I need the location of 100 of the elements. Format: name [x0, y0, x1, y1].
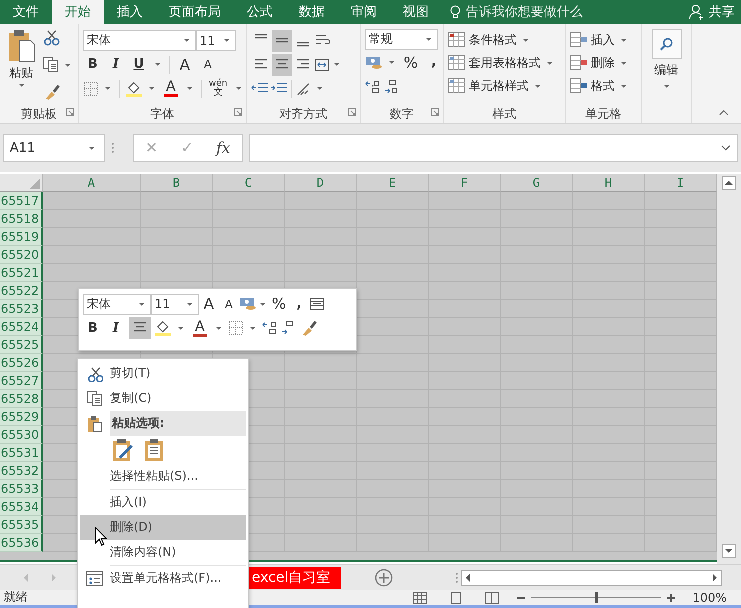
phonetic-button[interactable]: wén 文: [207, 78, 230, 100]
column-header[interactable]: I: [645, 174, 717, 192]
scissors-icon[interactable]: [43, 29, 61, 47]
row-header[interactable]: 65522: [0, 282, 43, 300]
style-icon[interactable]: [448, 55, 466, 71]
ribbon-tab[interactable]: 插入: [104, 0, 156, 24]
italic-button[interactable]: I: [106, 317, 126, 339]
row-header[interactable]: 65518: [0, 210, 43, 228]
paste-formatting-icon[interactable]: [112, 438, 134, 462]
row-header[interactable]: 65519: [0, 228, 43, 246]
horizontal-scrollbar[interactable]: [461, 570, 722, 586]
row-header[interactable]: 65535: [0, 516, 43, 534]
ribbon-tab[interactable]: 审阅: [338, 0, 390, 24]
caret-icon[interactable]: [426, 38, 432, 41]
percent-button[interactable]: %: [401, 52, 421, 74]
scroll-up-icon[interactable]: [722, 176, 736, 190]
tell-me-search[interactable]: 告诉我你想要做什么: [466, 3, 583, 21]
menu-item[interactable]: 删除(D): [80, 515, 246, 540]
borders-icon[interactable]: [83, 80, 99, 96]
add-sheet-icon[interactable]: [374, 568, 393, 586]
ribbon-tab[interactable]: 页面布局: [156, 0, 234, 24]
caret-icon[interactable]: [224, 39, 230, 42]
row-header[interactable]: 65528: [0, 390, 43, 408]
menu-item[interactable]: 复制(C): [80, 386, 246, 411]
caret-icon[interactable]: [334, 63, 340, 66]
styles-menu-button[interactable]: 套用表格格式: [448, 52, 556, 74]
cells-menu-button[interactable]: 删除: [570, 52, 630, 74]
cells-menu-button[interactable]: 格式: [570, 75, 630, 97]
zoom-slider-thumb[interactable]: [594, 592, 598, 603]
expand-icon[interactable]: [721, 145, 731, 151]
increase-decimal-icon[interactable]: [262, 320, 278, 336]
row-header[interactable]: 65521: [0, 264, 43, 282]
caret-icon[interactable]: [535, 84, 541, 88]
ribbon-tab[interactable]: 公式: [234, 0, 286, 24]
cells-menu-button[interactable]: 插入: [570, 29, 630, 51]
menu-item[interactable]: 选择性粘贴(S)...: [80, 464, 246, 489]
caret-icon[interactable]: [547, 62, 553, 64]
row-header[interactable]: 65530: [0, 426, 43, 444]
formula-input[interactable]: [249, 134, 738, 162]
cells-icon[interactable]: [570, 32, 588, 48]
paste-values-icon[interactable]: [144, 438, 164, 462]
caret-icon[interactable]: [65, 64, 71, 66]
caret-icon[interactable]: [216, 326, 222, 330]
page-layout-icon[interactable]: [448, 592, 463, 604]
copy-icon[interactable]: [87, 390, 103, 406]
caret-icon[interactable]: [187, 87, 193, 90]
clipboard-icon[interactable]: [87, 414, 103, 432]
caret-icon[interactable]: [621, 84, 627, 88]
row-header[interactable]: 65526: [0, 354, 43, 372]
lightbulb-icon[interactable]: [450, 4, 461, 20]
grow-font-button[interactable]: A: [175, 54, 195, 76]
zoom-level[interactable]: 100%: [692, 590, 727, 604]
name-box[interactable]: A11: [3, 134, 105, 162]
format-cells-icon[interactable]: [86, 570, 104, 586]
ribbon-tab[interactable]: 开始: [52, 0, 104, 24]
paste-button[interactable]: 粘贴: [4, 27, 39, 105]
column-header[interactable]: D: [285, 174, 357, 192]
row-header[interactable]: 65524: [0, 318, 43, 336]
row-header[interactable]: 65523: [0, 300, 43, 318]
search-icon[interactable]: [660, 37, 674, 51]
person-add-icon[interactable]: [689, 4, 705, 20]
column-header[interactable]: C: [213, 174, 285, 192]
scroll-down-icon[interactable]: [722, 544, 736, 558]
caret-icon[interactable]: [317, 87, 323, 90]
row-header[interactable]: 65525: [0, 336, 43, 354]
row-header[interactable]: 65534: [0, 498, 43, 516]
italic-button[interactable]: I: [106, 54, 126, 76]
bold-button[interactable]: B: [83, 317, 103, 339]
caret-icon[interactable]: [621, 62, 627, 64]
borders-icon[interactable]: [228, 320, 244, 336]
ribbon-tab[interactable]: 视图: [390, 0, 442, 24]
dialog-launcher-icon[interactable]: [348, 108, 356, 116]
caret-icon[interactable]: [260, 302, 266, 306]
bold-button[interactable]: B: [83, 54, 103, 76]
merge-cells-icon[interactable]: [309, 296, 326, 312]
caret-icon[interactable]: [187, 302, 193, 306]
styles-menu-button[interactable]: 条件格式: [448, 29, 556, 51]
caret-icon[interactable]: [178, 326, 184, 330]
cells-icon[interactable]: [570, 78, 588, 94]
insert-function-button[interactable]: fx: [216, 139, 231, 157]
merge-cells-icon[interactable]: [314, 56, 330, 72]
underline-button[interactable]: U: [129, 54, 149, 76]
page-break-icon[interactable]: [484, 592, 499, 604]
editing-button[interactable]: 编辑: [654, 62, 678, 88]
collapse-ribbon-icon[interactable]: [719, 110, 729, 116]
caret-icon[interactable]: [184, 39, 190, 42]
row-header[interactable]: 65531: [0, 444, 43, 462]
currency-icon[interactable]: [365, 54, 383, 70]
fill-color-icon[interactable]: [125, 80, 143, 98]
fill-color-icon[interactable]: [154, 319, 172, 337]
share-button[interactable]: 共享: [709, 3, 735, 21]
row-header[interactable]: 65533: [0, 480, 43, 498]
menu-item[interactable]: 插入(I): [80, 490, 246, 515]
normal-view-icon[interactable]: [412, 592, 427, 604]
caret-icon[interactable]: [105, 87, 111, 90]
caret-icon[interactable]: [89, 146, 95, 150]
row-header[interactable]: 65532: [0, 462, 43, 480]
percent-button[interactable]: %: [269, 293, 290, 315]
caret-icon[interactable]: [139, 302, 145, 306]
drag-handle-icon[interactable]: [454, 572, 459, 584]
